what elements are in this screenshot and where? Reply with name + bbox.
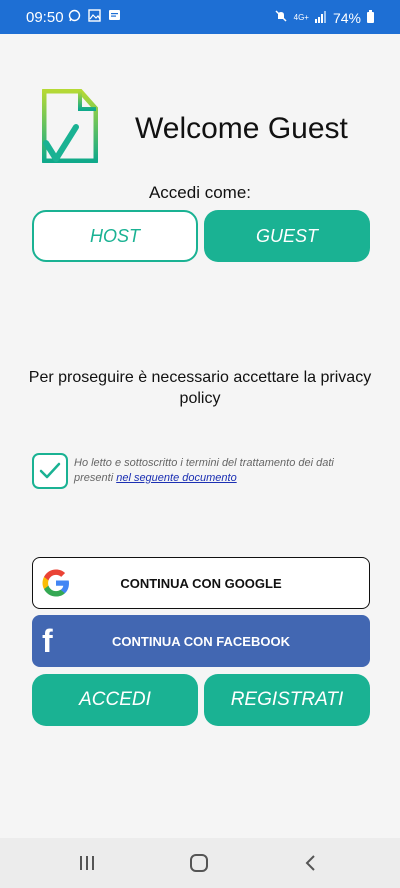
google-login-button[interactable]: CONTINUA CON GOOGLE — [32, 557, 370, 609]
status-time: 09:50 — [26, 9, 64, 26]
recents-icon[interactable] — [75, 851, 99, 875]
mute-icon — [274, 9, 288, 26]
back-icon[interactable] — [299, 851, 323, 875]
privacy-document-link[interactable]: nel seguente documento — [116, 472, 236, 484]
battery-percent: 74% — [332, 9, 361, 26]
signal-icon — [314, 10, 327, 26]
privacy-checkbox[interactable] — [32, 453, 68, 489]
google-login-label: CONTINUA CON GOOGLE — [120, 575, 282, 591]
battery-icon — [367, 9, 374, 26]
login-button[interactable]: ACCEDI — [32, 674, 198, 726]
message-icon — [108, 9, 121, 22]
privacy-notice: Per proseguire è necessario accettare la… — [28, 369, 372, 407]
gallery-icon — [88, 9, 101, 22]
app-logo — [41, 88, 99, 164]
check-icon — [39, 462, 61, 479]
status-bar: 09:50 4G+ 74% — [0, 0, 400, 34]
whatsapp-icon — [68, 9, 81, 22]
consent-text: Ho letto e sottoscritto i termini del tr… — [74, 456, 374, 486]
facebook-icon: f — [42, 623, 53, 659]
4g-icon: 4G+ — [293, 13, 309, 22]
register-button[interactable]: REGISTRATI — [204, 674, 370, 726]
facebook-login-label: CONTINUA CON FACEBOOK — [112, 633, 290, 649]
role-prompt: Accedi come: — [148, 183, 252, 202]
page-title: Welcome Guest — [135, 112, 348, 145]
host-button[interactable]: HOST — [32, 210, 198, 262]
guest-button[interactable]: GUEST — [204, 210, 370, 262]
status-notification-icons — [68, 9, 121, 22]
google-icon — [40, 567, 72, 599]
home-icon[interactable] — [187, 851, 211, 875]
status-system-icons: 4G+ 74% — [274, 9, 374, 26]
system-nav-bar — [0, 838, 400, 888]
facebook-login-button[interactable]: f CONTINUA CON FACEBOOK — [32, 615, 370, 667]
